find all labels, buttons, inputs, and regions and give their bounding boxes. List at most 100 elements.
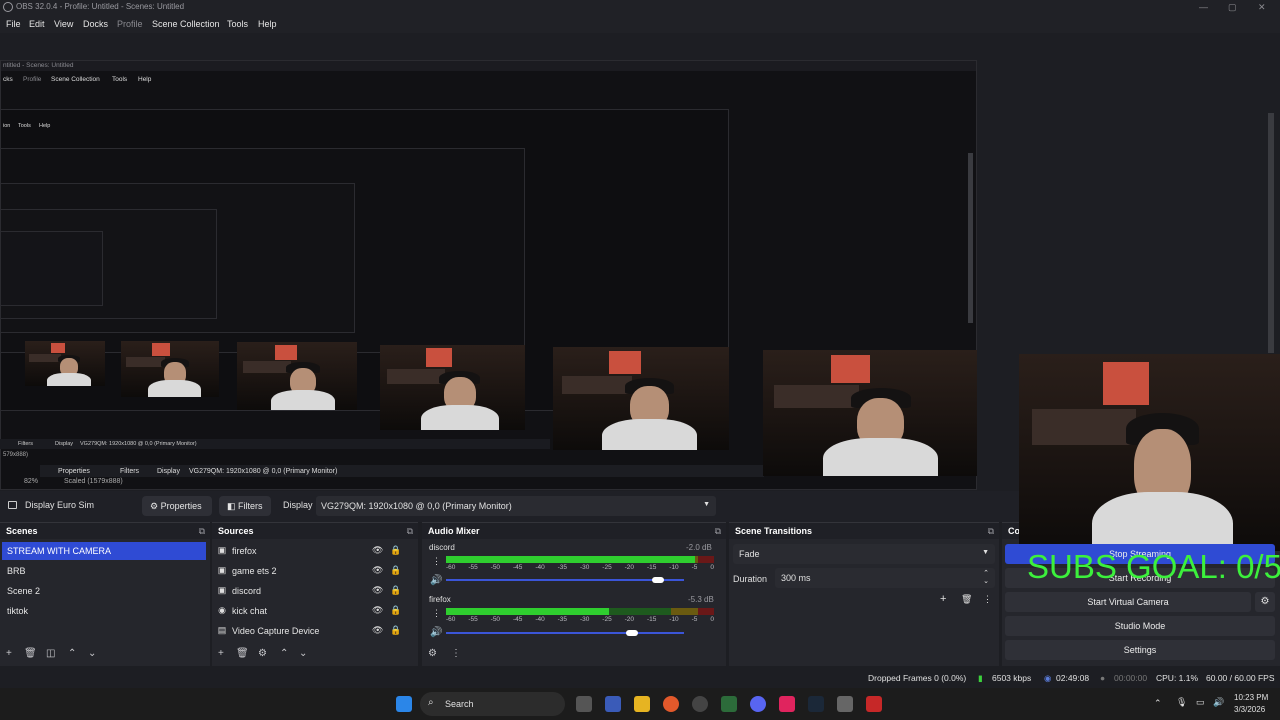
- visibility-eye-icon[interactable]: 👁: [372, 545, 383, 556]
- channel-menu-icon[interactable]: ⋮: [432, 608, 441, 619]
- studio-mode-button[interactable]: Studio Mode: [1005, 616, 1275, 636]
- scene-item-brb[interactable]: BRB: [2, 562, 206, 580]
- add-scene-icon[interactable]: +: [6, 648, 12, 659]
- tray-chevron-icon[interactable]: ⌃: [1154, 698, 1162, 709]
- scene-filters-icon[interactable]: ◫: [46, 648, 55, 659]
- move-up-icon[interactable]: ⌃: [68, 648, 76, 659]
- close-button[interactable]: ✕: [1258, 2, 1266, 13]
- stepper-up-icon[interactable]: ⌃: [983, 569, 989, 577]
- dock-float-icon[interactable]: ⧉: [407, 526, 413, 537]
- transition-select[interactable]: Fade ▼: [733, 544, 995, 564]
- clock-date[interactable]: 3/3/2026: [1234, 705, 1265, 714]
- tiktok-icon[interactable]: [779, 696, 795, 712]
- file-explorer-icon[interactable]: [634, 696, 650, 712]
- scene-item-stream-with-camera[interactable]: STREAM WITH CAMERA: [2, 542, 206, 560]
- nested-title: ntitled - Scenes: Untitled: [3, 62, 74, 69]
- firefox-icon[interactable]: [663, 696, 679, 712]
- nested-menu-2a: ion: [3, 123, 11, 129]
- remove-transition-icon[interactable]: 🗑: [961, 594, 972, 605]
- menu-view[interactable]: View: [54, 19, 73, 29]
- source-item-game-ets-2[interactable]: ▣ game ets 2 👁 🔒: [216, 562, 406, 580]
- game-icon[interactable]: [721, 696, 737, 712]
- menu-profile[interactable]: Profile: [117, 19, 143, 29]
- network-icon[interactable]: ▭: [1196, 697, 1205, 708]
- display-select[interactable]: VG279QM: 1920x1080 @ 0,0 (Primary Monito…: [316, 496, 716, 516]
- volume-slider-firefox[interactable]: [446, 632, 684, 634]
- dock-float-icon[interactable]: ⧉: [715, 526, 721, 537]
- start-virtual-camera-button[interactable]: Start Virtual Camera: [1005, 592, 1251, 612]
- channel-menu-icon[interactable]: ⋮: [432, 556, 441, 567]
- lock-icon[interactable]: 🔒: [390, 565, 401, 576]
- menu-tools[interactable]: Tools: [227, 19, 248, 29]
- visibility-eye-icon[interactable]: 👁: [372, 565, 383, 576]
- settings-button[interactable]: Settings: [1005, 640, 1275, 660]
- scene-item-tiktok[interactable]: tiktok: [2, 602, 206, 620]
- menu-help[interactable]: Help: [258, 19, 277, 29]
- lock-icon[interactable]: 🔒: [390, 605, 401, 616]
- volume-knob[interactable]: [625, 630, 638, 636]
- cpu-usage: CPU: 1.1%: [1156, 673, 1199, 683]
- virtual-camera-settings-icon[interactable]: ⚙: [1255, 592, 1275, 612]
- tick: -35: [557, 616, 568, 623]
- tick: -40: [535, 564, 545, 571]
- meter-fill: [446, 556, 696, 563]
- transitions-title: Scene Transitions: [735, 526, 813, 536]
- maximize-button[interactable]: ▢: [1228, 2, 1237, 13]
- visibility-eye-icon[interactable]: 👁: [372, 605, 383, 616]
- add-source-icon[interactable]: +: [218, 648, 224, 659]
- source-properties-icon[interactable]: ⚙: [258, 648, 267, 659]
- preview-scrollbar[interactable]: [1268, 113, 1274, 353]
- visibility-eye-icon[interactable]: 👁: [372, 585, 383, 596]
- source-item-discord[interactable]: ▣ discord 👁 🔒: [216, 582, 406, 600]
- dropped-frames: Dropped Frames 0 (0.0%): [868, 673, 967, 683]
- menu-file[interactable]: File: [6, 19, 21, 29]
- source-item-firefox[interactable]: ▣ firefox 👁 🔒: [216, 542, 406, 560]
- duration-stepper[interactable]: 300 ms ⌃ ⌄: [775, 568, 995, 588]
- source-up-icon[interactable]: ⌃: [280, 648, 288, 659]
- app-icon[interactable]: [605, 696, 621, 712]
- menu-docks[interactable]: Docks: [83, 19, 108, 29]
- move-down-icon[interactable]: ⌄: [88, 648, 96, 659]
- menu-edit[interactable]: Edit: [29, 19, 45, 29]
- minimize-button[interactable]: —: [1199, 2, 1208, 12]
- transitions-header: Scene Transitions: [729, 523, 999, 539]
- add-transition-icon[interactable]: +: [940, 593, 946, 605]
- lock-icon[interactable]: 🔒: [390, 545, 401, 556]
- menu-scene-collection[interactable]: Scene Collection: [152, 19, 220, 29]
- remove-source-icon[interactable]: 🗑: [236, 648, 249, 659]
- microphone-icon[interactable]: 🎙: [1176, 697, 1187, 708]
- dock-float-icon[interactable]: ⧉: [988, 526, 994, 537]
- stepper-down-icon[interactable]: ⌄: [983, 577, 989, 585]
- task-view-icon[interactable]: [576, 696, 592, 712]
- channel-name-firefox: firefox: [429, 595, 451, 604]
- volume-slider-discord[interactable]: [446, 579, 684, 581]
- volume-icon[interactable]: 🔊: [1213, 697, 1224, 708]
- mixer-menu-icon[interactable]: ⋮: [451, 648, 461, 659]
- scene-item-scene-2[interactable]: Scene 2: [2, 582, 206, 600]
- lock-icon[interactable]: 🔒: [390, 625, 401, 636]
- settings-app-icon[interactable]: [837, 696, 853, 712]
- transition-menu-icon[interactable]: ⋮: [983, 594, 992, 605]
- volume-knob[interactable]: [651, 577, 664, 583]
- dock-float-icon[interactable]: ⧉: [199, 526, 205, 537]
- steam-icon[interactable]: [808, 696, 824, 712]
- filters-button[interactable]: ◧ Filters: [219, 496, 271, 516]
- source-item-kick-chat[interactable]: ◉ kick chat 👁 🔒: [216, 602, 406, 620]
- visibility-eye-icon[interactable]: 👁: [372, 625, 383, 636]
- video-editor-icon[interactable]: [866, 696, 882, 712]
- taskbar-search[interactable]: ⌕ Search: [420, 692, 565, 716]
- speaker-icon[interactable]: 🔊: [430, 575, 442, 586]
- windows-start-icon[interactable]: [396, 696, 412, 712]
- monitor-icon: [8, 501, 17, 509]
- properties-button[interactable]: ⚙ Properties: [142, 496, 212, 516]
- obs-icon[interactable]: [692, 696, 708, 712]
- remove-scene-icon[interactable]: 🗑: [24, 648, 37, 659]
- discord-icon[interactable]: [750, 696, 766, 712]
- speaker-icon[interactable]: 🔊: [430, 627, 442, 638]
- lock-icon[interactable]: 🔒: [390, 585, 401, 596]
- nested-titlebar: [1, 61, 976, 71]
- source-down-icon[interactable]: ⌄: [299, 648, 307, 659]
- source-item-video-capture-device[interactable]: ▤ Video Capture Device 👁 🔒: [216, 622, 406, 640]
- advanced-audio-icon[interactable]: ⚙: [428, 648, 437, 659]
- clock-time[interactable]: 10:23 PM: [1234, 693, 1268, 702]
